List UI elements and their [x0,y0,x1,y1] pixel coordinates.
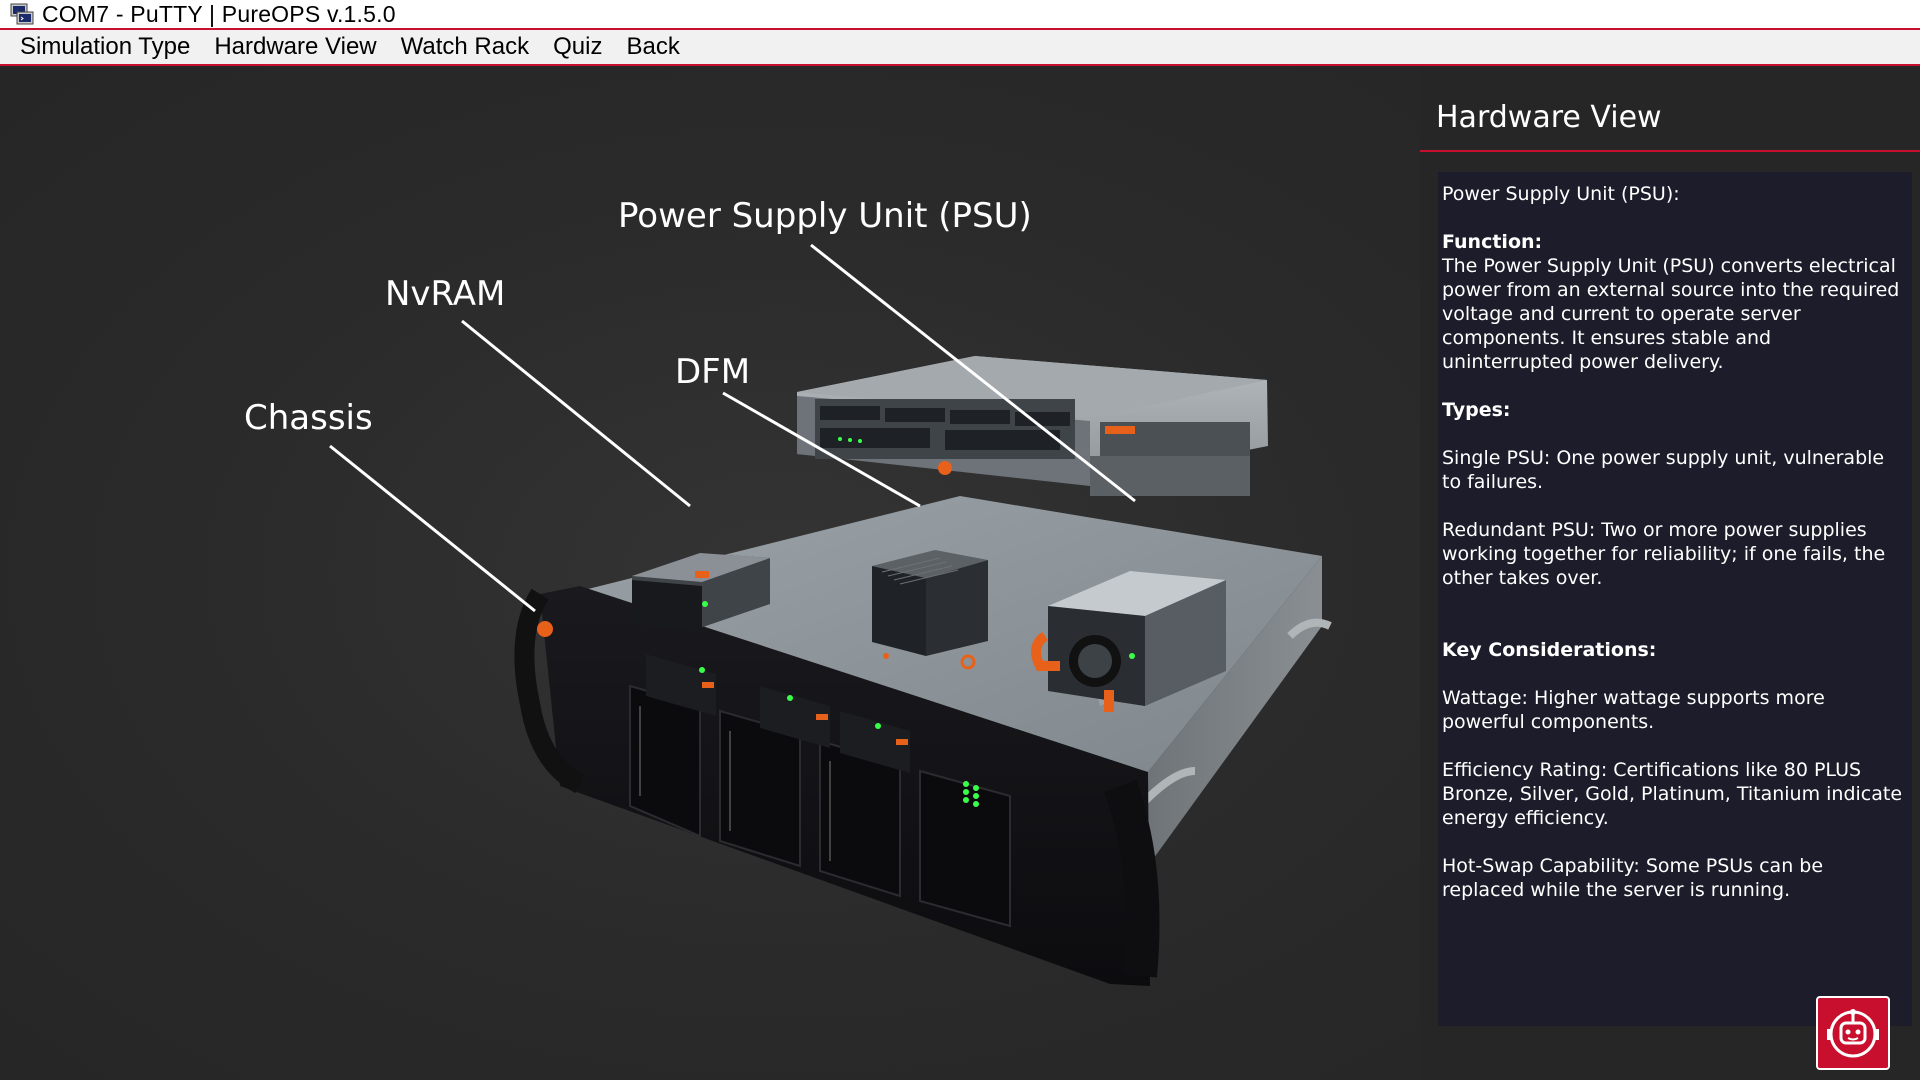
panel-header: Hardware View [1420,96,1920,152]
menu-simulation-type[interactable]: Simulation Type [8,30,202,64]
panel-title: Hardware View [1436,100,1662,135]
menu-watch-rack[interactable]: Watch Rack [389,30,541,64]
panel-description[interactable]: Power Supply Unit (PSU): Function: The P… [1438,172,1912,1026]
considerations-heading: Key Considerations: [1442,639,1657,661]
chassis-leader-line [329,444,536,613]
callout-dfm: DFM [675,352,751,392]
hardware-info-panel: Hardware View Power Supply Unit (PSU): F… [1420,66,1920,1080]
callout-chassis: Chassis [244,398,373,438]
type-item: Single PSU: One power supply unit, vulne… [1442,447,1885,493]
function-text: The Power Supply Unit (PSU) converts ele… [1442,255,1900,373]
callout-nvram: NvRAM [385,274,506,314]
types-heading: Types: [1442,399,1511,421]
window-title: COM7 - PuTTY | PureOPS v.1.5.0 [42,0,396,27]
consideration-item: Hot-Swap Capability: Some PSUs can be re… [1442,855,1824,901]
robot-assistant-icon [1827,1009,1879,1058]
consideration-item: Efficiency Rating: Certifications like 8… [1442,759,1903,829]
menu-back[interactable]: Back [614,30,691,64]
callout-psu: Power Supply Unit (PSU) [618,196,1032,236]
function-heading: Function: [1442,231,1543,253]
consideration-item: Wattage: Higher wattage supports more po… [1442,687,1825,733]
menu-hardware-view[interactable]: Hardware View [202,30,388,64]
assistant-button[interactable] [1816,996,1890,1070]
putty-terminal-icon [10,3,34,25]
hardware-3d-viewport[interactable]: Power Supply Unit (PSU) NvRAM DFM Chassi… [0,66,1420,1080]
menu-quiz[interactable]: Quiz [541,30,614,64]
type-item: Redundant PSU: Two or more power supplie… [1442,519,1886,589]
menu-bar: Simulation Type Hardware View Watch Rack… [0,30,1920,66]
component-name: Power Supply Unit (PSU): [1442,183,1680,205]
window-titlebar: COM7 - PuTTY | PureOPS v.1.5.0 [0,0,1920,30]
nvram-leader-line [461,319,691,508]
